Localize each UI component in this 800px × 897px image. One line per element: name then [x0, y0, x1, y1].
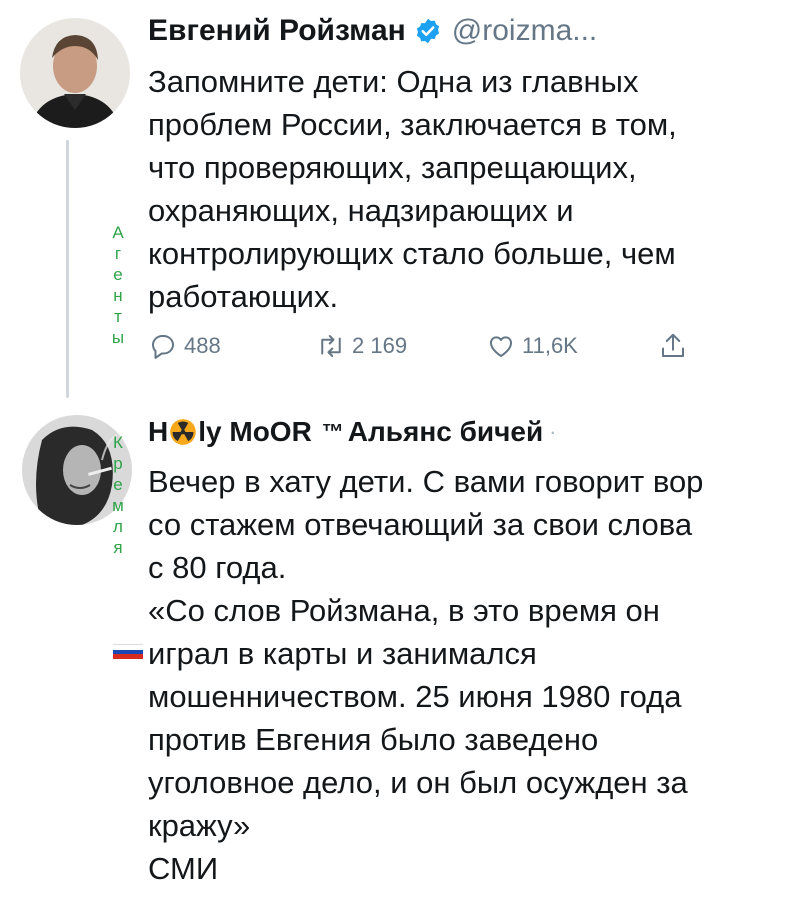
author-name[interactable]: Евгений Ройзман	[148, 14, 406, 48]
kremlin-letter: К	[113, 433, 123, 452]
author-handle[interactable]: @roizma...	[452, 14, 597, 48]
thread-line	[66, 140, 69, 398]
retweet-count: 2 169	[352, 333, 408, 358]
russian-flag-icon	[113, 644, 143, 659]
tm-mark: ™	[321, 419, 344, 444]
share-icon	[662, 333, 684, 357]
kremlin-letter: м	[112, 496, 124, 515]
kremlin-letter: л	[113, 517, 123, 536]
like-icon	[490, 336, 512, 357]
tweet1-text: Запомните дети: Одна из главных проблем …	[148, 64, 677, 314]
author-name-rest[interactable]: Альянс бичей	[348, 416, 543, 448]
kremlin-letter: я	[113, 538, 123, 557]
verified-badge-icon	[416, 18, 439, 44]
retweet-icon	[321, 335, 341, 357]
tweet1-header: Евгений Ройзман @roizma...	[148, 14, 597, 48]
agents-letter: ы	[111, 328, 125, 347]
like-count: 11,6K	[522, 333, 578, 358]
reply-count: 488	[184, 333, 221, 358]
overlay-agents-text: Агенты	[108, 222, 128, 348]
tweet2-header: H ly MoOR ™ Альянс бичей ·	[148, 416, 557, 448]
like-button[interactable]: 11,6K	[486, 331, 578, 361]
reply-icon	[152, 335, 174, 359]
author-name-prefix[interactable]: H	[148, 416, 168, 448]
agents-letter: А	[112, 223, 124, 242]
retweet-button[interactable]: 2 169	[316, 331, 407, 361]
tweet1-actions: 488 2 169 11,6K	[148, 331, 708, 371]
overlay-kremlin-text: Кремля	[108, 432, 128, 558]
tweet2-text: Вечер в хату дети. С вами говорит вор со…	[148, 464, 704, 886]
kremlin-letter: р	[113, 454, 123, 473]
reply-button[interactable]: 488	[148, 331, 221, 361]
agents-letter: т	[114, 307, 122, 326]
separator-dot: ·	[549, 419, 557, 444]
agents-letter: н	[113, 286, 123, 305]
share-button[interactable]	[658, 331, 694, 361]
kremlin-letter: е	[113, 475, 123, 494]
avatar-roizman[interactable]	[20, 18, 130, 128]
agents-letter: г	[114, 244, 122, 263]
radiation-emoji-icon	[170, 419, 197, 445]
agents-letter: е	[113, 265, 123, 284]
author-name-suffix[interactable]: ly MoOR	[198, 416, 312, 448]
